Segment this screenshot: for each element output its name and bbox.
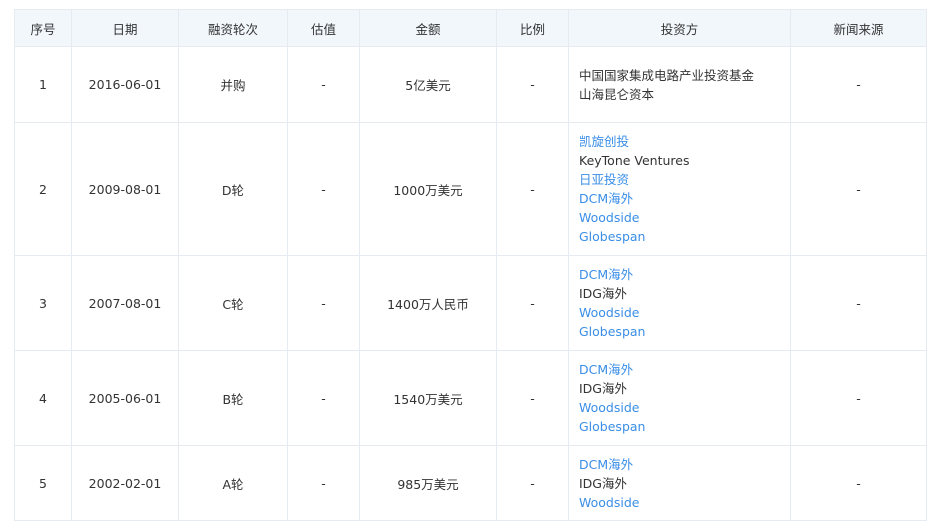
- investor-link[interactable]: Woodside: [579, 303, 784, 322]
- cell-round: D轮: [178, 122, 288, 256]
- header-round: 融资轮次: [178, 9, 288, 47]
- cell-news-source: -: [790, 255, 927, 351]
- cell-index: 1: [14, 46, 72, 123]
- cell-amount: 985万美元: [359, 445, 497, 521]
- investor-link[interactable]: Woodside: [579, 208, 784, 227]
- table-header-row: 序号 日期 融资轮次 估值 金额 比例 投资方 新闻来源: [14, 9, 927, 47]
- investor-link[interactable]: Woodside: [579, 493, 784, 512]
- investor-name: IDG海外: [579, 286, 627, 301]
- cell-investors: 中国国家集成电路产业投资基金 山海昆仑资本: [568, 46, 791, 123]
- cell-valuation: -: [287, 445, 360, 521]
- investor-name: IDG海外: [579, 475, 627, 491]
- cell-amount: 1000万美元: [359, 122, 497, 256]
- cell-amount: 5亿美元: [359, 46, 497, 123]
- cell-news-source: -: [790, 350, 927, 446]
- cell-date: 2005-06-01: [71, 350, 179, 446]
- investor-link[interactable]: Globespan: [579, 417, 784, 436]
- cell-news-source: -: [790, 122, 927, 256]
- cell-amount: 1400万人民币: [359, 255, 497, 351]
- cell-valuation: -: [287, 46, 360, 123]
- table-row: 2 2009-08-01 D轮 - 1000万美元 - 凯旋创投 KeyTone…: [14, 122, 927, 256]
- header-amount: 金额: [359, 9, 497, 47]
- cell-round: A轮: [178, 445, 288, 521]
- investor-name: 中国国家集成电路产业投资基金: [579, 67, 755, 83]
- table-row: 5 2002-02-01 A轮 - 985万美元 - DCM海外 IDG海外 W…: [14, 445, 927, 521]
- cell-ratio: -: [496, 122, 569, 256]
- cell-investors: DCM海外 IDG海外 Woodside: [568, 445, 791, 521]
- table-row: 3 2007-08-01 C轮 - 1400万人民币 - DCM海外 IDG海外…: [14, 255, 927, 351]
- cell-date: 2009-08-01: [71, 122, 179, 256]
- investor-link[interactable]: DCM海外: [579, 189, 784, 208]
- cell-ratio: -: [496, 255, 569, 351]
- header-date: 日期: [71, 9, 179, 47]
- header-valuation: 估值: [287, 9, 360, 47]
- investor-name: KeyTone Ventures: [579, 153, 690, 168]
- investor-name: 山海昆仑资本: [579, 86, 655, 102]
- cell-round: B轮: [178, 350, 288, 446]
- cell-date: 2007-08-01: [71, 255, 179, 351]
- investor-name: IDG海外: [579, 381, 627, 396]
- investor-link[interactable]: DCM海外: [579, 265, 784, 284]
- cell-index: 4: [14, 350, 72, 446]
- cell-date: 2002-02-01: [71, 445, 179, 521]
- table-row: 1 2016-06-01 并购 - 5亿美元 - 中国国家集成电路产业投资基金 …: [14, 46, 927, 123]
- cell-news-source: -: [790, 46, 927, 123]
- investor-link[interactable]: Globespan: [579, 322, 784, 341]
- investor-link[interactable]: 日亚投资: [579, 170, 784, 189]
- table-row: 4 2005-06-01 B轮 - 1540万美元 - DCM海外 IDG海外 …: [14, 350, 927, 446]
- cell-news-source: -: [790, 445, 927, 521]
- cell-ratio: -: [496, 350, 569, 446]
- header-index: 序号: [14, 9, 72, 47]
- cell-investors: 凯旋创投 KeyTone Ventures 日亚投资 DCM海外 Woodsid…: [568, 122, 791, 256]
- investor-link[interactable]: 凯旋创投: [579, 132, 784, 151]
- cell-valuation: -: [287, 122, 360, 256]
- header-ratio: 比例: [496, 9, 569, 47]
- cell-valuation: -: [287, 255, 360, 351]
- cell-index: 5: [14, 445, 72, 521]
- funding-history-table: 序号 日期 融资轮次 估值 金额 比例 投资方 新闻来源 1 2016-06-0…: [14, 9, 927, 521]
- cell-round: C轮: [178, 255, 288, 351]
- cell-index: 2: [14, 122, 72, 256]
- header-news-source: 新闻来源: [790, 9, 927, 47]
- cell-index: 3: [14, 255, 72, 351]
- cell-investors: DCM海外 IDG海外 Woodside Globespan: [568, 350, 791, 446]
- investor-link[interactable]: Woodside: [579, 398, 784, 417]
- cell-ratio: -: [496, 445, 569, 521]
- funding-table-container: 序号 日期 融资轮次 估值 金额 比例 投资方 新闻来源 1 2016-06-0…: [14, 9, 927, 521]
- cell-investors: DCM海外 IDG海外 Woodside Globespan: [568, 255, 791, 351]
- investor-link[interactable]: Globespan: [579, 227, 784, 246]
- investor-link[interactable]: DCM海外: [579, 455, 784, 474]
- cell-amount: 1540万美元: [359, 350, 497, 446]
- cell-ratio: -: [496, 46, 569, 123]
- header-investors: 投资方: [568, 9, 791, 47]
- investor-link[interactable]: DCM海外: [579, 360, 784, 379]
- cell-round: 并购: [178, 46, 288, 123]
- cell-valuation: -: [287, 350, 360, 446]
- cell-date: 2016-06-01: [71, 46, 179, 123]
